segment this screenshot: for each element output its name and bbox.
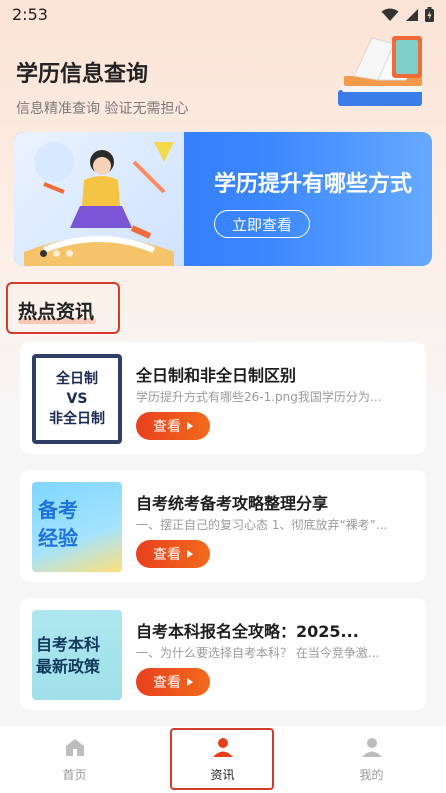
status-time: 2:53 bbox=[12, 5, 48, 24]
news-description: 一、为什么要选择自考本科？ 在当今竞争激... bbox=[136, 646, 380, 660]
news-card[interactable]: 备考 经验 自考统考备考攻略整理分享 一、摆正自己的复习心态 1、彻底放弃“裸考… bbox=[20, 470, 426, 582]
thumb-text: VS bbox=[66, 391, 88, 407]
play-arrow-icon bbox=[187, 678, 193, 686]
status-bar: 2:53 bbox=[0, 0, 446, 30]
home-icon bbox=[65, 739, 84, 756]
news-thumbnail: 全日制 VS 非全日制 bbox=[32, 354, 122, 444]
news-card[interactable]: 自考本科 最新政策 自考本科报名全攻略：2025... 一、为什么要选择自考本科… bbox=[20, 598, 426, 710]
banner-view-now-button[interactable]: 立即查看 bbox=[214, 210, 310, 238]
thumb-text: 经验 bbox=[38, 526, 78, 550]
news-title: 自考统考备考攻略整理分享 bbox=[136, 494, 329, 513]
thumb-text: 非全日制 bbox=[49, 411, 105, 427]
signal-icon bbox=[406, 8, 418, 21]
tab-profile[interactable]: 我的 bbox=[297, 726, 446, 793]
tab-label: 首页 bbox=[62, 768, 87, 782]
tab-home[interactable]: 首页 bbox=[0, 726, 149, 793]
page-subtitle: 信息精准查询 验证无需担心 bbox=[16, 101, 189, 117]
news-title: 自考本科报名全攻略：2025... bbox=[136, 622, 359, 641]
view-button-label: 查看 bbox=[153, 547, 181, 563]
view-button-label: 查看 bbox=[153, 419, 181, 435]
banner-dot-active[interactable] bbox=[40, 250, 47, 257]
banner-illustration bbox=[14, 132, 184, 266]
play-arrow-icon bbox=[187, 550, 193, 558]
books-illustration bbox=[338, 36, 422, 106]
page-title: 学历信息查询 bbox=[16, 62, 149, 87]
tab-label: 我的 bbox=[359, 768, 384, 782]
promo-banner[interactable]: 学历提升有哪些方式 立即查看 bbox=[14, 132, 432, 266]
wifi-icon bbox=[381, 8, 399, 21]
banner-dot[interactable] bbox=[53, 250, 60, 257]
status-icons bbox=[381, 7, 434, 22]
tab-highlight-box bbox=[170, 728, 274, 790]
view-button-label: 查看 bbox=[153, 675, 181, 691]
view-button[interactable]: 查看 bbox=[136, 668, 210, 696]
section-title-highlight bbox=[6, 282, 120, 334]
girl-reading-illustration bbox=[24, 142, 174, 266]
header: 学历信息查询 信息精准查询 验证无需担心 bbox=[16, 56, 188, 118]
thumb-text: 最新政策 bbox=[36, 657, 101, 676]
news-description: 学历提升方式有哪些26-1.png我国学历分为两... bbox=[136, 390, 392, 404]
banner-title: 学历提升有哪些方式 bbox=[214, 172, 413, 197]
news-card[interactable]: 全日制 VS 非全日制 全日制和非全日制区别 学历提升方式有哪些26-1.png… bbox=[20, 342, 426, 454]
banner-dot[interactable] bbox=[66, 250, 73, 257]
thumb-text: 全日制 bbox=[56, 371, 98, 387]
play-arrow-icon bbox=[187, 422, 193, 430]
thumb-text: 自考本科 bbox=[36, 635, 101, 654]
banner-pagination bbox=[40, 250, 73, 257]
news-thumbnail: 自考本科 最新政策 bbox=[32, 610, 122, 700]
thumb-text: 备考 bbox=[38, 498, 78, 522]
news-title: 全日制和非全日制区别 bbox=[136, 366, 297, 385]
battery-icon bbox=[425, 7, 434, 22]
news-thumbnail: 备考 经验 bbox=[32, 482, 122, 572]
view-button[interactable]: 查看 bbox=[136, 412, 210, 440]
news-description: 一、摆正自己的复习心态 1、彻底放弃“裸考”... bbox=[136, 518, 388, 532]
profile-icon bbox=[361, 738, 382, 757]
view-button[interactable]: 查看 bbox=[136, 540, 210, 568]
